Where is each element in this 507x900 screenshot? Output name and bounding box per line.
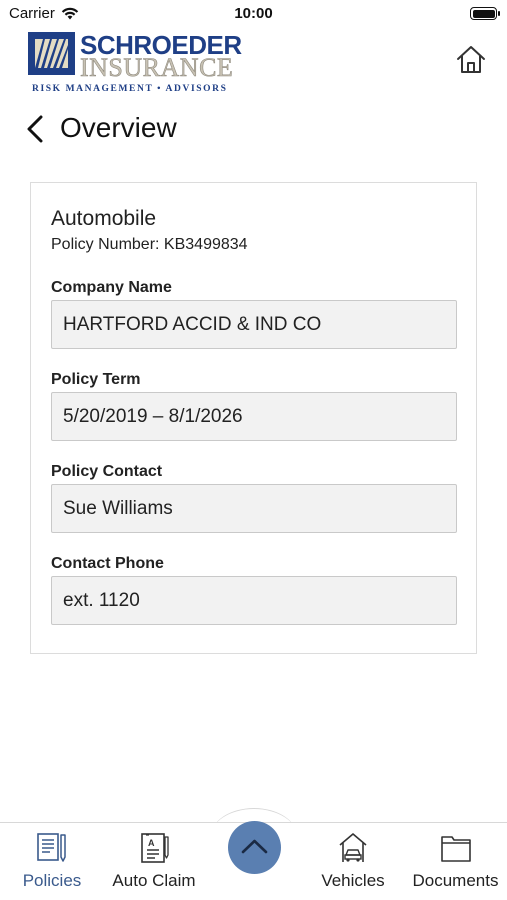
policies-icon <box>37 833 66 862</box>
page-title: Overview <box>60 112 177 143</box>
vehicles-icon <box>339 833 367 862</box>
tab-policies[interactable]: Policies <box>8 823 96 900</box>
tab-documents-label: Documents <box>412 871 499 890</box>
contact-phone-field[interactable]: ext. 1120 <box>51 576 457 625</box>
contact-phone-label: Contact Phone <box>51 555 164 572</box>
tab-documents[interactable]: Documents <box>404 823 507 900</box>
logo-mark-icon <box>28 32 75 75</box>
policy-term-label: Policy Term <box>51 371 141 388</box>
documents-icon <box>440 836 471 862</box>
policy-term-field: 5/20/2019 – 8/1/2026 <box>51 392 457 441</box>
title-row: Overview <box>0 108 507 152</box>
home-button[interactable] <box>455 44 487 76</box>
svg-text:A: A <box>148 838 155 848</box>
logo-name-line2: INSURANCE <box>80 53 234 82</box>
chevron-left-icon <box>27 115 43 143</box>
company-name-label: Company Name <box>51 279 172 296</box>
tab-vehicles-label: Vehicles <box>321 871 385 890</box>
tab-policies-label: Policies <box>22 871 82 890</box>
policy-card: Automobile Policy Number: KB3499834 Comp… <box>30 182 477 654</box>
app-header: SCHROEDER INSURANCE RISK MANAGEMENT • AD… <box>0 28 507 98</box>
auto-claim-icon: A <box>141 833 169 863</box>
tab-auto-claim[interactable]: A Auto Claim <box>104 823 204 900</box>
status-bar: Carrier 10:00 <box>0 0 507 28</box>
brand-logo: SCHROEDER INSURANCE RISK MANAGEMENT • AD… <box>28 32 242 94</box>
battery-icon <box>470 7 500 20</box>
home-icon <box>457 46 485 73</box>
chevron-up-icon <box>241 839 268 854</box>
policy-number: Policy Number: KB3499834 <box>51 236 248 253</box>
tab-vehicles[interactable]: Vehicles <box>308 823 398 900</box>
back-button[interactable] <box>24 114 46 144</box>
tab-auto-claim-label: Auto Claim <box>112 871 196 890</box>
expand-menu-button[interactable] <box>228 821 281 874</box>
status-time: 10:00 <box>234 5 273 22</box>
logo-tagline: RISK MANAGEMENT • ADVISORS <box>32 84 228 94</box>
policy-contact-label: Policy Contact <box>51 463 163 480</box>
company-name-field: HARTFORD ACCID & IND CO <box>51 300 457 349</box>
policy-contact-field: Sue Williams <box>51 484 457 533</box>
policy-type: Automobile <box>51 207 157 230</box>
